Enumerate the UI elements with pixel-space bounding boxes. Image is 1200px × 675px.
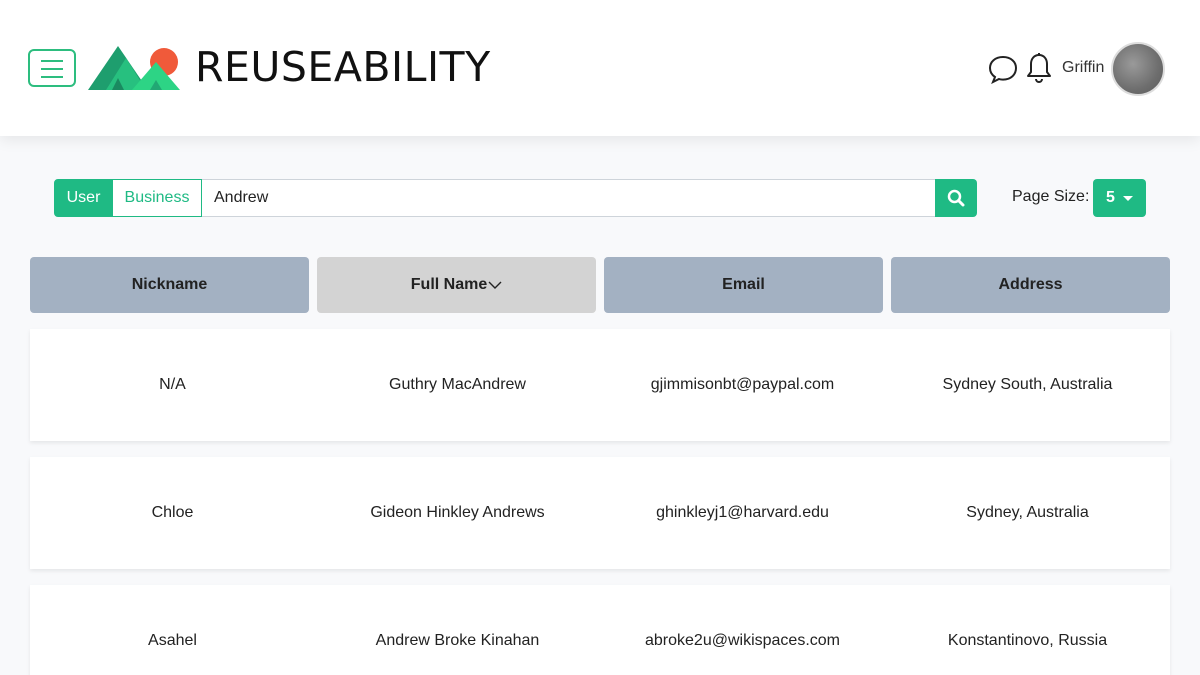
brand-logo-icon [88, 46, 180, 90]
toggle-business-button[interactable]: Business [112, 179, 202, 217]
column-header-label: Address [998, 276, 1063, 293]
sort-descending-icon [488, 281, 502, 289]
table-row[interactable]: Asahel Andrew Broke Kinahan abroke2u@wik… [30, 585, 1170, 675]
top-header: REUSEABILITY Griffin [0, 0, 1200, 136]
brand-name: REUSEABILITY [195, 43, 491, 91]
column-header-label: Nickname [131, 276, 208, 293]
cell-email: ghinkleyj1@harvard.edu [656, 504, 829, 521]
page-size-dropdown[interactable]: 5 [1093, 179, 1146, 217]
hamburger-line [41, 76, 63, 78]
search-icon [947, 189, 965, 207]
cell-full-name: Gideon Hinkley Andrews [370, 504, 545, 521]
cell-nickname: Asahel [148, 632, 197, 649]
column-header-label: Email [722, 276, 765, 293]
cell-address: Konstantinovo, Russia [947, 632, 1108, 649]
table-row[interactable]: N/A Guthry MacAndrew gjimmisonbt@paypal.… [30, 329, 1170, 441]
column-header-label: Full Name [410, 276, 488, 293]
bell-icon[interactable] [1025, 52, 1053, 84]
cell-address: Sydney South, Australia [942, 376, 1113, 393]
cell-nickname: Chloe [151, 504, 194, 521]
toggle-user-button[interactable]: User [54, 179, 113, 217]
cell-full-name: Andrew Broke Kinahan [375, 632, 540, 649]
column-header-nickname[interactable]: Nickname [30, 257, 309, 313]
column-header-address[interactable]: Address [891, 257, 1170, 313]
cell-email: abroke2u@wikispaces.com [645, 632, 840, 649]
menu-toggle-button[interactable] [28, 49, 76, 87]
search-input[interactable] [202, 179, 936, 217]
column-header-email[interactable]: Email [604, 257, 883, 313]
chat-bubble-icon[interactable] [987, 54, 1019, 84]
cell-email: gjimmisonbt@paypal.com [650, 376, 835, 393]
page-size-label: Page Size: [1012, 188, 1090, 205]
cell-full-name: Guthry MacAndrew [389, 376, 526, 393]
user-avatar[interactable] [1111, 42, 1165, 96]
search-button[interactable] [935, 179, 977, 217]
caret-down-icon [1122, 195, 1133, 201]
table-row[interactable]: Chloe Gideon Hinkley Andrews ghinkleyj1@… [30, 457, 1170, 569]
cell-nickname: N/A [159, 376, 186, 393]
hamburger-line [41, 68, 63, 70]
username-label[interactable]: Griffin [1062, 59, 1104, 77]
column-header-full-name[interactable]: Full Name [317, 257, 596, 313]
hamburger-menu-icon [41, 60, 63, 62]
cell-address: Sydney, Australia [966, 504, 1089, 521]
page-size-value: 5 [1106, 189, 1115, 206]
